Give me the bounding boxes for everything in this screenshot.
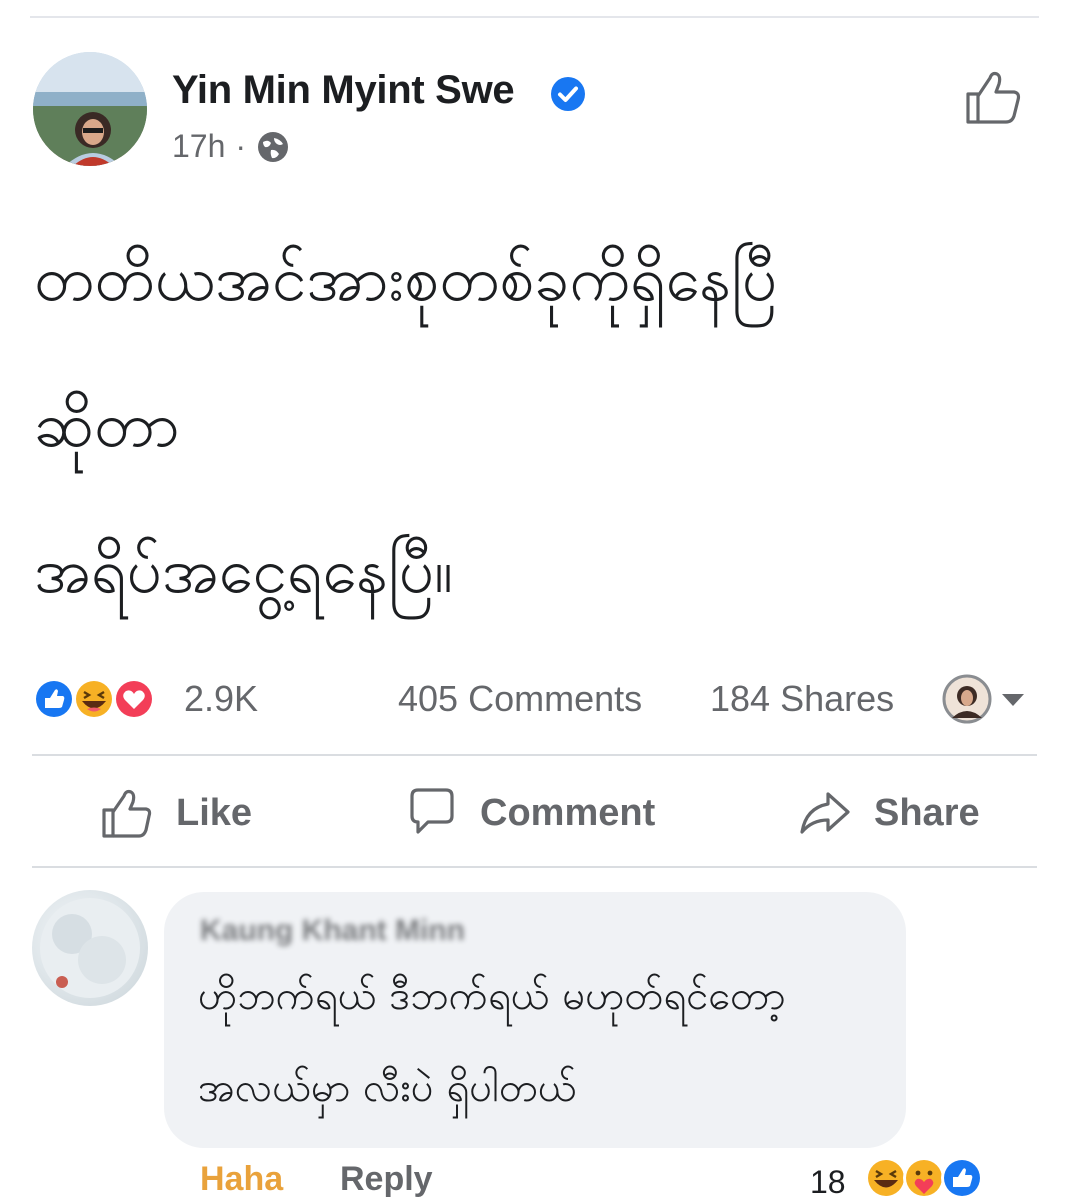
post-body: တတိယအင်အားစုတစ်ခုကိုရှိနေပြီ ဆိုတာ အရိပ်… — [34, 206, 1034, 644]
chevron-down-icon[interactable] — [1000, 692, 1026, 708]
post-timestamp[interactable]: 17h — [172, 128, 225, 165]
post-line: အရိပ်အငွေ့ရနေပြီ။ — [34, 534, 453, 607]
comment-bubble: Kaung Khant Minn ဟိုဘက်ရယ် ဒီဘက်ရယ် မဟုတ… — [164, 892, 906, 1148]
comment-reactions-count[interactable]: 18 — [810, 1164, 846, 1200]
love-reaction-icon — [113, 678, 155, 720]
author-avatar[interactable] — [33, 52, 147, 166]
commenter-avatar[interactable] — [32, 890, 148, 1006]
comments-count[interactable]: 405 Comments — [398, 678, 642, 720]
share-label: Share — [874, 791, 980, 834]
like-reaction-icon — [941, 1157, 983, 1199]
divider — [32, 866, 1037, 868]
facebook-post-screenshot: Yin Min Myint Swe 17h · တတိယအင်အားစုတစ်ခ… — [0, 0, 1069, 1200]
meta-separator: · — [235, 128, 247, 164]
comment-reaction-icons[interactable] — [864, 1156, 1004, 1200]
like-outline-icon[interactable] — [962, 66, 1024, 128]
shares-count[interactable]: 184 Shares — [710, 678, 894, 720]
divider — [32, 754, 1037, 756]
commenter-name[interactable]: Kaung Khant Minn — [200, 914, 465, 948]
comment-body: ဟိုဘက်ရယ် ဒီဘက်ရယ် မဟုတ်ရင်တော့ အလယ်မှာ … — [198, 950, 786, 1134]
care-reaction-icon — [903, 1157, 945, 1199]
share-icon — [800, 792, 850, 834]
reactions-count[interactable]: 2.9K — [184, 678, 258, 720]
share-button[interactable]: Share — [798, 788, 980, 838]
comment-label: Comment — [480, 791, 656, 834]
top-divider — [30, 16, 1039, 18]
reply-link[interactable]: Reply — [340, 1160, 433, 1199]
post-meta: 17h · — [172, 128, 290, 165]
comment-icon — [410, 788, 454, 834]
post-line: ဆိုတာ — [34, 388, 180, 461]
viewer-avatar[interactable] — [942, 674, 992, 724]
globe-icon — [258, 131, 289, 162]
post-action-bar: Like Comment Share — [32, 760, 1037, 866]
post-line: တတိယအင်အားစုတစ်ခုကိုရှိနေပြီ — [34, 242, 778, 315]
comment-line: အလယ်မှာ လီးပဲ ရှိပါတယ် — [198, 1065, 577, 1111]
post-stats-row: 2.9K 405 Comments 184 Shares — [32, 672, 1032, 726]
like-label: Like — [176, 791, 253, 834]
comment-button[interactable]: Comment — [404, 788, 655, 838]
reaction-icons[interactable] — [32, 676, 182, 722]
like-icon — [102, 789, 152, 838]
haha-reaction-link[interactable]: Haha — [200, 1160, 283, 1199]
like-button[interactable]: Like — [100, 788, 252, 838]
verified-badge-icon — [551, 77, 585, 111]
haha-reaction-icon — [73, 678, 115, 720]
author-name[interactable]: Yin Min Myint Swe — [172, 68, 515, 113]
haha-reaction-icon — [865, 1157, 907, 1199]
like-reaction-icon — [33, 678, 75, 720]
comment-line: ဟိုဘက်ရယ် ဒီဘက်ရယ် မဟုတ်ရင်တော့ — [198, 973, 786, 1019]
